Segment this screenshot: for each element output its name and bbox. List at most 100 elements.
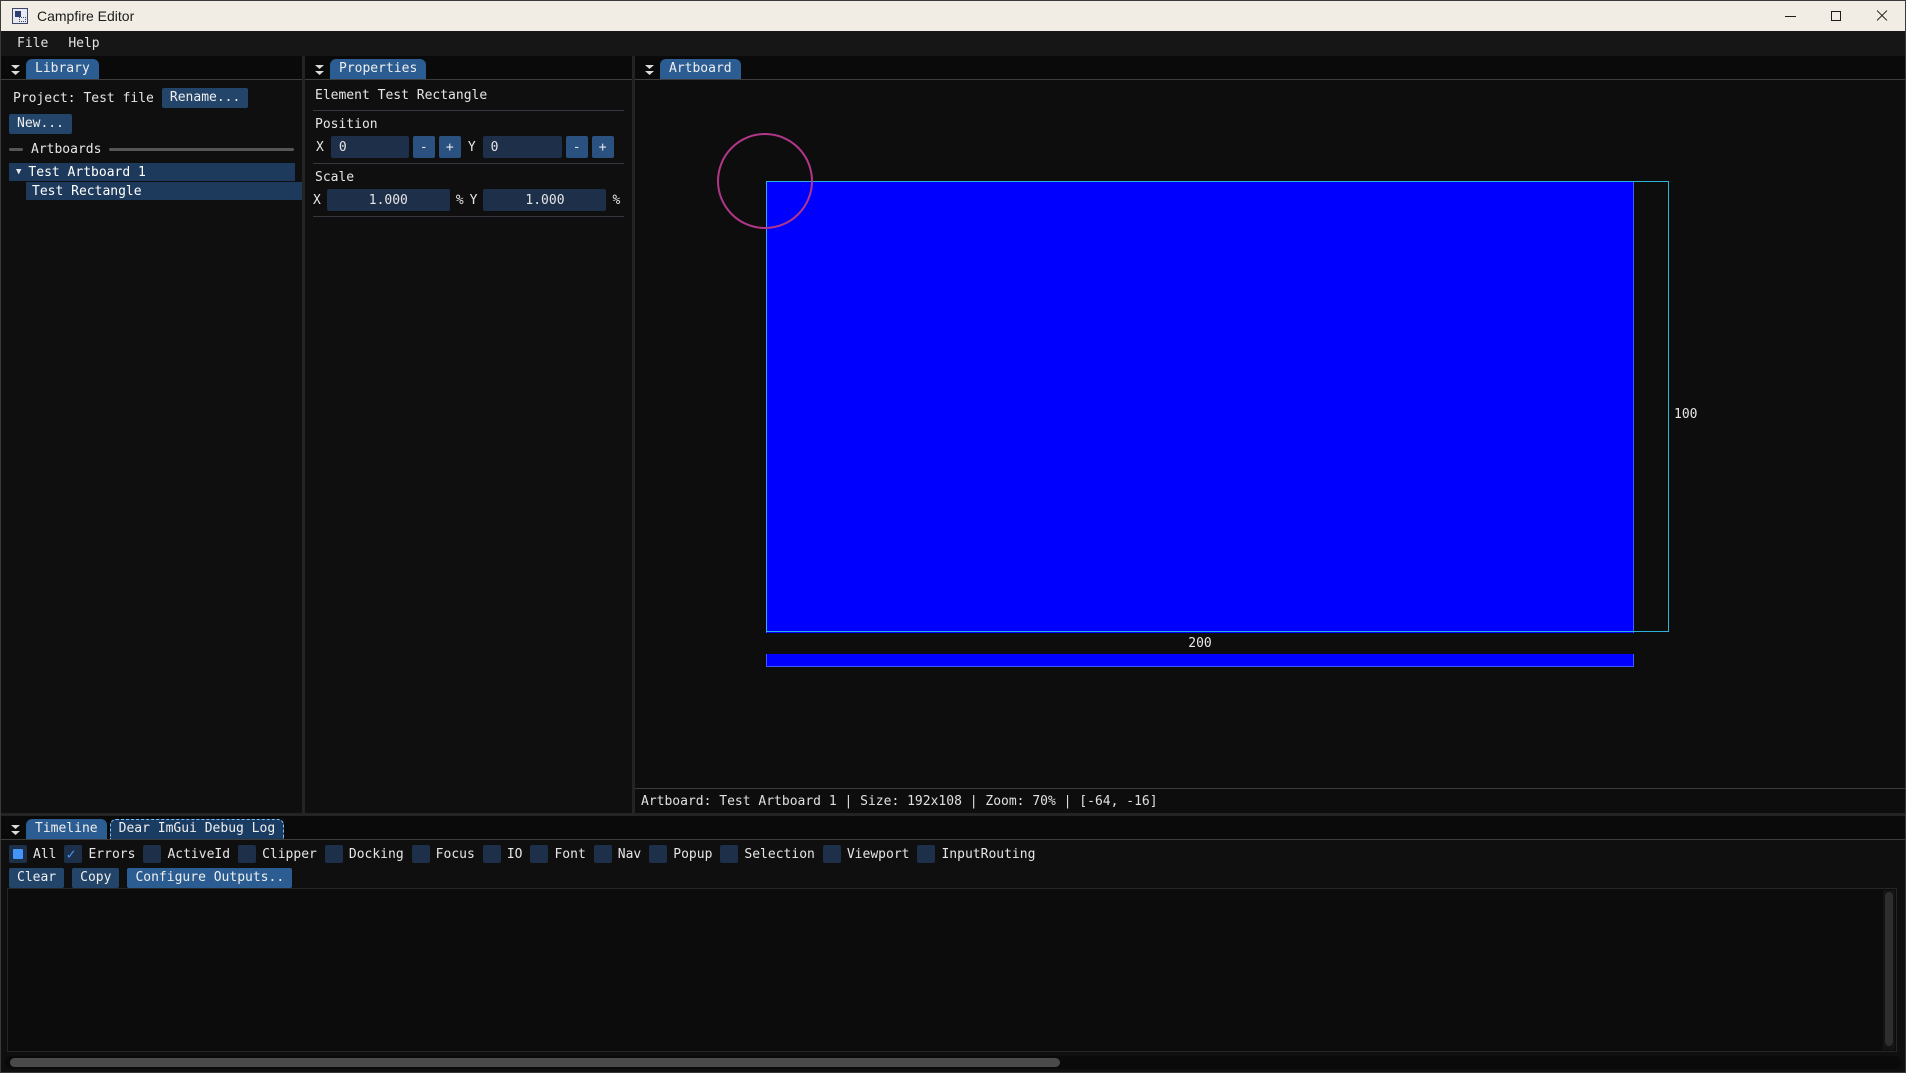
scale-x-input[interactable]: 1.000 bbox=[327, 189, 450, 211]
position-y-decrement-button[interactable]: - bbox=[566, 136, 588, 158]
window-title: Campfire Editor bbox=[37, 8, 134, 24]
new-button[interactable]: New... bbox=[9, 114, 72, 134]
close-icon bbox=[1876, 10, 1888, 22]
position-x-decrement-button[interactable]: - bbox=[413, 136, 435, 158]
filter-label: Font bbox=[554, 847, 585, 862]
separator bbox=[313, 163, 624, 164]
artboard-canvas[interactable]: 200 100 bbox=[635, 80, 1905, 788]
checkbox-icon[interactable] bbox=[917, 845, 935, 863]
close-button[interactable] bbox=[1859, 1, 1905, 31]
filter-font[interactable]: Font bbox=[530, 845, 585, 863]
collapse-window-icon[interactable] bbox=[7, 60, 23, 79]
tree-expand-icon[interactable]: ▼ bbox=[16, 167, 21, 177]
scrollbar-thumb[interactable] bbox=[1885, 892, 1893, 1046]
tab-timeline[interactable]: Timeline bbox=[26, 819, 107, 839]
checkbox-icon[interactable] bbox=[823, 845, 841, 863]
filter-label: Viewport bbox=[847, 847, 910, 862]
gizmo-circle[interactable] bbox=[717, 133, 813, 229]
filter-errors[interactable]: Errors bbox=[64, 845, 135, 863]
filter-docking[interactable]: Docking bbox=[325, 845, 404, 863]
width-dimension-label: 200 bbox=[766, 633, 1634, 654]
scale-y-label: Y bbox=[470, 193, 478, 208]
filter-clipper[interactable]: Clipper bbox=[238, 845, 317, 863]
collapse-window-icon[interactable] bbox=[311, 60, 327, 79]
project-label: Project: Test file bbox=[9, 91, 154, 106]
artboard-status-text: Artboard: Test Artboard 1 | Size: 192x10… bbox=[641, 794, 1158, 809]
checkbox-icon[interactable] bbox=[238, 845, 256, 863]
position-x-input[interactable]: 0 bbox=[331, 136, 409, 158]
filter-all[interactable]: All bbox=[9, 845, 56, 863]
checkbox-icon[interactable] bbox=[483, 845, 501, 863]
rename-button[interactable]: Rename... bbox=[162, 88, 248, 108]
filter-label: Nav bbox=[618, 847, 641, 862]
checkbox-icon[interactable] bbox=[720, 845, 738, 863]
checkbox-icon[interactable] bbox=[594, 845, 612, 863]
filter-nav[interactable]: Nav bbox=[594, 845, 641, 863]
separator-line bbox=[9, 148, 23, 151]
separator bbox=[313, 110, 624, 111]
artboard-panel: Artboard 200 100 Artboard: Test Artboard… bbox=[635, 56, 1905, 814]
position-y-increment-button[interactable]: + bbox=[592, 136, 614, 158]
filter-inputrouting[interactable]: InputRouting bbox=[917, 845, 1035, 863]
tree-node-artboard[interactable]: ▼ Test Artboard 1 bbox=[9, 163, 295, 181]
tree-node-element-label: Test Rectangle bbox=[32, 184, 142, 199]
minimize-button[interactable] bbox=[1767, 1, 1813, 31]
log-output-area[interactable] bbox=[7, 888, 1897, 1052]
scale-x-label: X bbox=[313, 193, 321, 208]
scrollbar-thumb[interactable] bbox=[10, 1058, 1060, 1067]
tab-library[interactable]: Library bbox=[26, 59, 99, 79]
position-header: Position bbox=[313, 116, 624, 136]
log-vertical-scrollbar[interactable] bbox=[1883, 890, 1895, 1050]
scale-y-percent: % bbox=[612, 193, 620, 208]
minimize-icon bbox=[1785, 16, 1796, 17]
filter-label: Popup bbox=[673, 847, 712, 862]
artboards-separator: Artboards bbox=[9, 142, 294, 157]
artboard-outline bbox=[766, 181, 1669, 632]
copy-button[interactable]: Copy bbox=[72, 868, 119, 888]
filter-label: InputRouting bbox=[941, 847, 1035, 862]
artboard-status-bar: Artboard: Test Artboard 1 | Size: 192x10… bbox=[635, 788, 1905, 814]
bottom-horizontal-scrollbar[interactable] bbox=[5, 1056, 1901, 1069]
collapse-window-icon[interactable] bbox=[7, 820, 23, 839]
checkbox-icon[interactable] bbox=[649, 845, 667, 863]
checkbox-icon[interactable] bbox=[9, 845, 27, 863]
filter-label: Clipper bbox=[262, 847, 317, 862]
scale-y-input[interactable]: 1.000 bbox=[483, 189, 606, 211]
checkbox-icon[interactable] bbox=[143, 845, 161, 863]
configure-outputs-button[interactable]: Configure Outputs.. bbox=[127, 868, 292, 888]
filter-label: Docking bbox=[349, 847, 404, 862]
tab-properties[interactable]: Properties bbox=[330, 59, 426, 79]
separator-line bbox=[109, 148, 294, 151]
filter-label: Errors bbox=[88, 847, 135, 862]
checkbox-icon[interactable] bbox=[64, 845, 82, 863]
maximize-button[interactable] bbox=[1813, 1, 1859, 31]
tab-debug-log[interactable]: Dear ImGui Debug Log bbox=[110, 819, 285, 839]
checkbox-icon[interactable] bbox=[530, 845, 548, 863]
position-y-input[interactable]: 0 bbox=[483, 136, 562, 158]
element-header: Element Test Rectangle bbox=[313, 86, 624, 105]
filter-viewport[interactable]: Viewport bbox=[823, 845, 910, 863]
filter-io[interactable]: IO bbox=[483, 845, 523, 863]
scale-x-percent: % bbox=[456, 193, 464, 208]
tab-artboard[interactable]: Artboard bbox=[660, 59, 741, 79]
checkbox-icon[interactable] bbox=[412, 845, 430, 863]
filter-label: ActiveId bbox=[167, 847, 230, 862]
menu-help[interactable]: Help bbox=[58, 33, 109, 54]
separator bbox=[313, 216, 624, 217]
position-x-increment-button[interactable]: + bbox=[439, 136, 461, 158]
log-filter-row: All Errors ActiveId Clipper Docking Focu… bbox=[1, 840, 1905, 866]
filter-activeid[interactable]: ActiveId bbox=[143, 845, 230, 863]
app-icon bbox=[12, 8, 28, 24]
checkbox-icon[interactable] bbox=[325, 845, 343, 863]
filter-focus[interactable]: Focus bbox=[412, 845, 475, 863]
filter-popup[interactable]: Popup bbox=[649, 845, 712, 863]
filter-selection[interactable]: Selection bbox=[720, 845, 814, 863]
clear-button[interactable]: Clear bbox=[9, 868, 64, 888]
bottom-dock: Timeline Dear ImGui Debug Log All Errors… bbox=[1, 816, 1905, 1072]
collapse-window-icon[interactable] bbox=[641, 60, 657, 79]
scale-header: Scale bbox=[313, 169, 624, 189]
title-bar: Campfire Editor bbox=[1, 1, 1905, 31]
menu-file[interactable]: File bbox=[7, 33, 58, 54]
filter-label: Focus bbox=[436, 847, 475, 862]
tree-node-element[interactable]: Test Rectangle bbox=[26, 182, 302, 200]
